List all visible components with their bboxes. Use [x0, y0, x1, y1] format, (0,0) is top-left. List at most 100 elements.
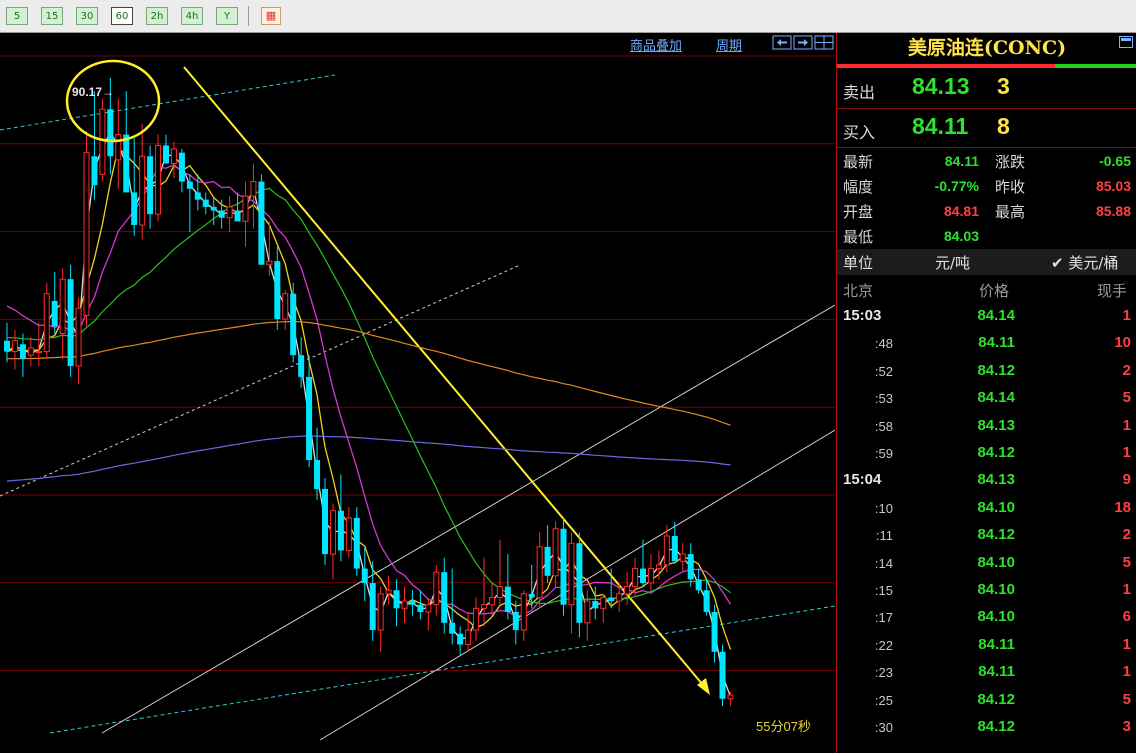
candle-body: [91, 156, 98, 186]
candle-body: [19, 344, 26, 359]
timeframe-y-button[interactable]: Y: [216, 7, 238, 25]
candle-body: [115, 134, 122, 161]
candle-body: [107, 109, 114, 157]
tick-volume: 2: [1122, 361, 1131, 379]
stat-label-last: 最新: [843, 153, 874, 171]
candle-body: [298, 355, 305, 377]
candle-body: [449, 622, 456, 634]
candle: [83, 130, 90, 327]
candle: [226, 196, 233, 233]
tick-time: :48: [874, 336, 893, 352]
sell-label: 卖出: [843, 83, 876, 102]
candle-body: [512, 611, 519, 631]
candle: [576, 532, 583, 638]
candle-body: [616, 593, 623, 602]
maximize-icon[interactable]: [1119, 36, 1133, 48]
tick-time: :23: [874, 665, 893, 681]
candlestick-chart[interactable]: 90.17→: [0, 33, 835, 753]
tick-time: :30: [874, 720, 893, 735]
scroll-right-icon[interactable]: [793, 35, 813, 50]
buy-price: 84.11: [912, 113, 969, 139]
candle: [59, 268, 66, 359]
ma-green-line: [6, 187, 731, 605]
tick-volume: 18: [1114, 498, 1131, 516]
timeframe-15-button[interactable]: 15: [41, 7, 63, 25]
candle-body: [170, 148, 177, 164]
candle-body: [385, 589, 392, 595]
tick-volume: 1: [1122, 581, 1131, 598]
tick-time: :17: [874, 610, 893, 626]
candle-body: [131, 192, 138, 225]
grid-icon[interactable]: ▦: [261, 7, 281, 25]
ma-purple-line: [6, 435, 731, 482]
candle: [679, 543, 686, 573]
overlay-link[interactable]: 商品叠加: [630, 35, 682, 54]
candle: [282, 290, 289, 330]
timeframe-5-button[interactable]: 5: [6, 7, 28, 25]
candle: [43, 282, 50, 359]
tick-price: 84.10: [977, 553, 1015, 571]
candle-body: [608, 597, 615, 602]
candle-body: [640, 568, 646, 584]
candle: [75, 297, 82, 385]
candle-body: [727, 694, 734, 700]
tick-volume: 9: [1122, 471, 1131, 489]
buy-volume: 8: [997, 113, 1010, 139]
candle-body: [27, 347, 34, 356]
candle-body: [306, 376, 313, 461]
timeframe-60-button[interactable]: 60: [111, 7, 133, 25]
candle: [687, 543, 694, 587]
stat-value-high: 85.88: [1095, 203, 1131, 219]
tick-time: 15:04: [843, 471, 882, 489]
candle-body: [202, 199, 209, 207]
candle: [19, 333, 26, 377]
candle: [258, 174, 265, 265]
upper-channel-line: [0, 74, 336, 131]
scroll-left-icon[interactable]: [772, 35, 792, 50]
candle-body: [51, 300, 58, 327]
candle-body: [703, 590, 710, 612]
tick-volume: 1: [1122, 635, 1131, 653]
candle: [337, 474, 344, 562]
candle-body: [655, 564, 662, 570]
candle-body: [282, 293, 289, 320]
tick-time: :11: [875, 528, 893, 544]
candle-body: [226, 206, 233, 219]
candle: [695, 568, 702, 594]
candle-body: [401, 600, 408, 609]
tick-time: :22: [874, 637, 893, 653]
toolbar-separator: [248, 6, 249, 26]
sell-volume: 3: [997, 73, 1010, 99]
tick-price: 84.12: [977, 690, 1015, 708]
candle-body: [520, 593, 527, 631]
timeframe-2h-button[interactable]: 2h: [146, 7, 168, 25]
stat-label-change: 涨跌: [995, 153, 1026, 171]
ma-magenta-line: [6, 163, 732, 618]
unit-usd-option[interactable]: ✔ 美元/桶: [1051, 252, 1118, 273]
candle: [290, 282, 297, 363]
sell-price: 84.13: [912, 73, 970, 99]
candle: [115, 98, 122, 189]
ma-orange-line: [6, 321, 731, 426]
candle-body: [59, 278, 66, 334]
stat-value-change: -0.65: [1099, 153, 1131, 169]
tick-price: 84.11: [978, 663, 1015, 681]
timeframe-4h-button[interactable]: 4h: [181, 7, 203, 25]
candle: [377, 586, 384, 652]
candle: [186, 174, 193, 233]
candle: [329, 503, 336, 580]
candle-body: [178, 152, 185, 182]
period-link[interactable]: 周期: [716, 35, 742, 54]
candle: [488, 583, 495, 616]
candle: [163, 134, 169, 164]
candle: [218, 199, 225, 229]
candle-body: [568, 542, 575, 606]
candle-body: [624, 586, 631, 595]
split-view-icon[interactable]: [814, 35, 834, 50]
tick-time: 15:03: [843, 307, 882, 324]
unit-rmb-option[interactable]: 元/吨: [935, 252, 970, 273]
candle-body: [139, 155, 146, 226]
stat-label-high: 最高: [995, 203, 1026, 221]
candle: [465, 611, 472, 652]
timeframe-30-button[interactable]: 30: [76, 7, 98, 25]
